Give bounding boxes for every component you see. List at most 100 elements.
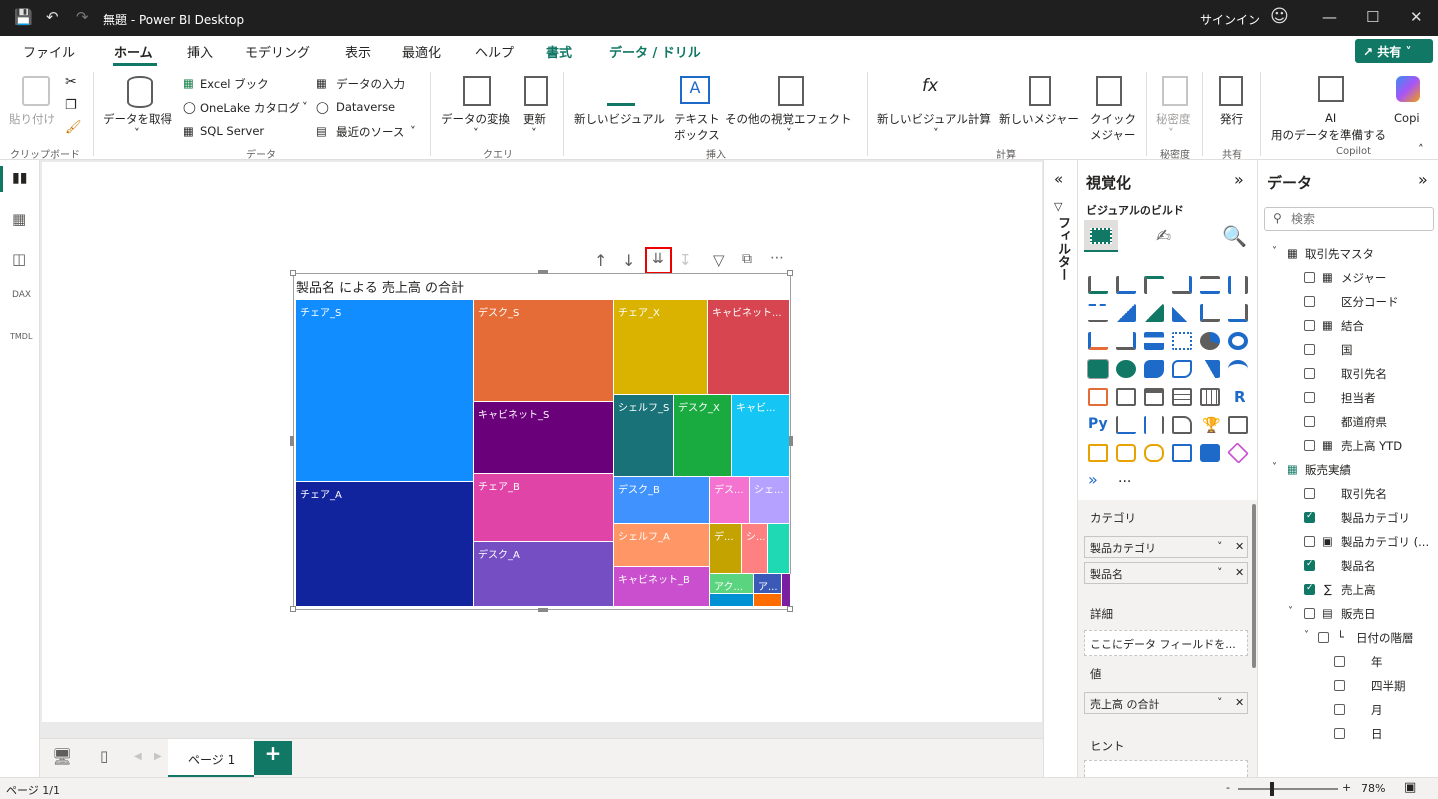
pie-icon[interactable] <box>1200 332 1220 350</box>
more-visuals-button[interactable]: その他の視覚エフェクト <box>725 111 852 127</box>
remove-field-icon[interactable]: ✕ <box>1235 540 1244 553</box>
paste-button[interactable]: 貼り付け <box>9 111 55 127</box>
field-checkbox[interactable] <box>1304 536 1315 547</box>
area-chart-icon[interactable] <box>1116 304 1136 322</box>
save-icon[interactable]: 💾 <box>14 8 33 26</box>
resize-handle[interactable] <box>290 436 294 446</box>
field-label[interactable]: メジャー <box>1341 270 1386 286</box>
field-checkbox[interactable] <box>1304 511 1315 523</box>
treemap-cell[interactable]: チェア_A <box>296 482 474 607</box>
field-checkbox[interactable] <box>1318 632 1329 643</box>
field-label[interactable]: 取引先名 <box>1341 366 1387 382</box>
treemap-cell[interactable] <box>710 594 754 607</box>
field-checkbox[interactable] <box>1334 728 1345 739</box>
resize-handle[interactable] <box>787 270 793 276</box>
fit-page-icon[interactable]: ▣ <box>1404 780 1416 795</box>
treemap-cell[interactable]: デ... <box>710 524 742 574</box>
goals-icon[interactable]: 🏆 <box>1202 416 1221 434</box>
tab-file[interactable]: ファイル <box>23 42 75 61</box>
field-label[interactable]: 日付の階層 <box>1356 630 1414 646</box>
format-visual-icon[interactable]: ✍ <box>1156 226 1171 247</box>
100-column-icon[interactable] <box>1228 276 1248 294</box>
stacked-column-icon[interactable] <box>1116 276 1136 294</box>
more-visuals-icon[interactable]: ... <box>1118 470 1131 486</box>
kpi-icon[interactable] <box>1144 388 1164 406</box>
funnel-icon[interactable] <box>1144 332 1164 350</box>
map-icon[interactable] <box>1116 360 1136 378</box>
field-checkbox[interactable] <box>1304 488 1315 499</box>
table-view-icon[interactable]: ▦ <box>12 210 26 228</box>
treemap-cell[interactable]: シェ... <box>750 477 790 524</box>
expand-field-icon[interactable]: ˅ <box>1288 606 1293 617</box>
line-chart-icon[interactable] <box>1088 304 1108 322</box>
field-label[interactable]: 売上高 <box>1341 582 1376 598</box>
dax-query-view-icon[interactable]: DAX <box>12 290 31 300</box>
field-checkbox[interactable] <box>1304 392 1315 403</box>
expand-filter-icon[interactable]: « <box>1054 170 1063 188</box>
treemap-cell[interactable]: デスク_X <box>674 395 732 477</box>
format-painter-icon[interactable]: 🖌 <box>65 120 82 135</box>
details-drop-zone[interactable]: ここにデータ フィールドを... <box>1084 630 1248 656</box>
narrative-icon[interactable]: » <box>1088 470 1098 489</box>
treemap-cell[interactable]: キャビ... <box>732 395 790 477</box>
treemap-cell[interactable] <box>768 524 790 574</box>
enter-data-button[interactable]: データの入力 <box>336 76 405 92</box>
refresh-button[interactable]: 更新 <box>523 111 546 127</box>
field-checkbox[interactable] <box>1304 440 1315 451</box>
sql-server-button[interactable]: SQL Server <box>200 124 264 138</box>
excel-workbook-button[interactable]: Excel ブック <box>200 76 269 92</box>
matrix-icon[interactable] <box>1200 388 1220 406</box>
resize-handle[interactable] <box>290 606 296 612</box>
tab-modeling[interactable]: モデリング <box>245 42 310 61</box>
100-bar-icon[interactable] <box>1200 276 1220 294</box>
tab-optimize[interactable]: 最適化 <box>402 42 441 61</box>
ai-prep-button[interactable]: AI <box>1325 111 1336 125</box>
resize-handle[interactable] <box>290 270 296 276</box>
stacked-area-icon[interactable] <box>1144 304 1164 322</box>
field-label[interactable]: 区分コード <box>1341 294 1399 310</box>
filter-icon[interactable]: ▽ <box>713 251 725 269</box>
power-apps-icon[interactable] <box>1088 444 1108 462</box>
filled-map-icon[interactable] <box>1144 360 1164 378</box>
field-label[interactable]: 国 <box>1341 342 1353 358</box>
maximize-icon[interactable]: ☐ <box>1366 8 1379 26</box>
chevron-down-icon[interactable]: ˅ <box>1217 696 1223 709</box>
field-label[interactable]: 結合 <box>1341 318 1364 334</box>
r-visual-icon[interactable]: R <box>1234 388 1246 406</box>
field-label[interactable]: 担当者 <box>1341 390 1376 406</box>
sensitivity-button[interactable]: 秘密度 <box>1156 111 1191 127</box>
treemap-cell[interactable]: キャビネット_S <box>474 402 614 474</box>
field-checkbox[interactable] <box>1304 608 1315 619</box>
field-label[interactable]: 販売日 <box>1341 606 1376 622</box>
drill-up-icon[interactable]: ↑ <box>594 251 607 270</box>
power-automate-icon[interactable] <box>1116 444 1136 462</box>
values-field[interactable]: 売上高 の合計 ˅ ✕ <box>1084 692 1248 714</box>
field-label[interactable]: 日 <box>1371 726 1383 742</box>
resize-handle[interactable] <box>789 436 793 446</box>
azure-map-icon[interactable] <box>1200 360 1220 378</box>
publish-button[interactable]: 発行 <box>1220 111 1243 127</box>
resize-handle[interactable] <box>538 270 548 274</box>
remove-field-icon[interactable]: ✕ <box>1235 566 1244 579</box>
field-label[interactable]: 四半期 <box>1371 678 1406 694</box>
zoom-in-button[interactable]: + <box>1342 781 1351 794</box>
signin-link[interactable]: サインイン <box>1200 11 1260 28</box>
tab-format[interactable]: 書式 <box>546 42 572 61</box>
treemap-cell[interactable]: シ... <box>742 524 768 574</box>
build-visual-tab[interactable] <box>1084 220 1118 252</box>
transform-data-button[interactable]: データの変換 <box>441 111 510 127</box>
category-field[interactable]: 製品名 ˅ ✕ <box>1084 562 1248 584</box>
expand-hierarchy-button[interactable]: ⇊ <box>645 247 672 274</box>
expand-table-icon[interactable]: ˅ <box>1272 462 1277 473</box>
treemap-cell[interactable]: キャビネット... <box>708 300 790 395</box>
field-checkbox[interactable] <box>1334 680 1345 691</box>
line-clustered-icon[interactable] <box>1228 304 1248 322</box>
resize-handle[interactable] <box>538 608 548 612</box>
decomposition-tree-icon[interactable] <box>1144 416 1164 434</box>
scrollbar[interactable] <box>1252 504 1256 668</box>
scroll-right-icon[interactable]: ▶ <box>154 751 162 762</box>
treemap-cell[interactable]: アク... <box>710 574 754 594</box>
qa-icon[interactable] <box>1172 416 1192 434</box>
line-column-icon[interactable] <box>1200 304 1220 322</box>
field-label[interactable]: 製品名 <box>1341 558 1376 574</box>
